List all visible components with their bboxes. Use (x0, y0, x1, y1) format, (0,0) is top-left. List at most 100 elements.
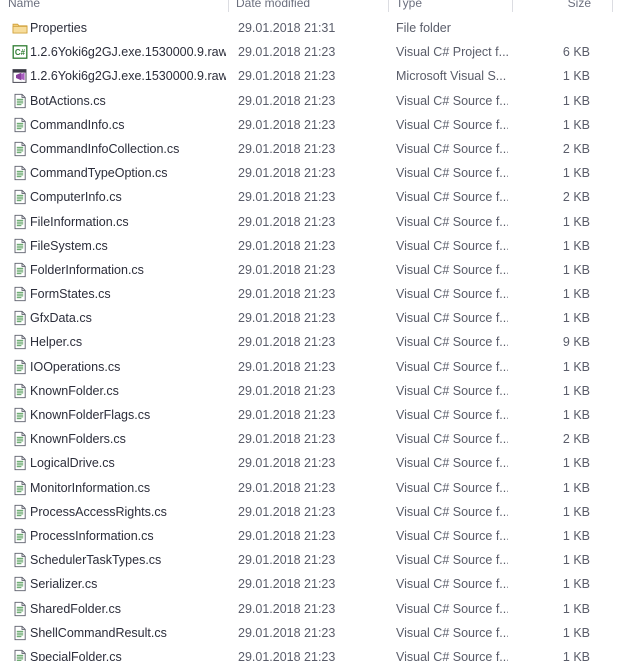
file-date-modified: 29.01.2018 21:23 (238, 45, 336, 60)
file-name: ShellCommandResult.cs (30, 625, 167, 640)
file-name: Helper.cs (30, 335, 83, 350)
file-date-modified: 29.01.2018 21:23 (238, 287, 336, 302)
file-size: 9 KB (562, 335, 590, 350)
column-divider-date-type[interactable] (388, 0, 389, 12)
file-date-modified: 29.01.2018 21:23 (238, 504, 336, 519)
file-date-modified: 29.01.2018 21:23 (238, 649, 336, 661)
file-type: Visual C# Source f... (396, 625, 508, 640)
file-row[interactable]: KnownFolder.cs 29.01.2018 21:23 Visual C# … (0, 379, 617, 403)
file-size: 1 KB (562, 117, 590, 132)
file-row[interactable]: BotActions.cs 29.01.2018 21:23 Visual C# S… (0, 89, 617, 113)
file-row[interactable]: SpecialFolder.cs 29.01.2018 21:23 Visual C… (0, 645, 617, 661)
file-row[interactable]: ShellCommandResult.cs 29.01.2018 21:23 Vis… (0, 621, 617, 645)
file-row[interactable]: IOOperations.cs 29.01.2018 21:23 Visual C#… (0, 355, 617, 379)
file-name: ComputerInfo.cs (30, 190, 122, 205)
file-size: 2 KB (562, 141, 590, 156)
file-row[interactable]: ProcessInformation.cs 29.01.2018 21:23 Vis… (0, 524, 617, 548)
file-type: Visual C# Source f... (396, 553, 508, 568)
file-row[interactable]: FileSystem.cs 29.01.2018 21:23 Visual C# S… (0, 234, 617, 258)
file-row[interactable]: C# 1.2.6Yoki6g2GJ.exe.1530000.9.raw.cspro… (0, 40, 617, 64)
file-name: FolderInformation.cs (30, 262, 144, 277)
file-size: 1 KB (562, 480, 590, 495)
file-date-modified: 29.01.2018 21:23 (238, 359, 336, 374)
file-size (508, 16, 590, 40)
file-date-modified: 29.01.2018 21:23 (238, 408, 336, 422)
file-date-modified: 29.01.2018 21:23 (238, 601, 336, 616)
file-size: 1 KB (562, 383, 590, 398)
file-type: Visual C# Source f... (396, 214, 508, 229)
column-divider-size-end[interactable] (612, 0, 613, 12)
file-date-modified: 29.01.2018 21:23 (238, 117, 336, 132)
csharp-source-icon (12, 262, 28, 278)
csharp-source-icon (12, 310, 28, 326)
csharp-source-icon (12, 93, 28, 109)
file-size: 1 KB (562, 456, 590, 471)
file-row[interactable]: KnownFolderFlags.cs 29.01.2018 21:23 Visua… (0, 403, 617, 427)
csharp-source-icon (12, 407, 28, 423)
file-row[interactable]: LogicalDrive.cs 29.01.2018 21:23 Visual C#… (0, 451, 617, 475)
file-size: 1 KB (562, 649, 590, 661)
column-header-row: Name Date modified Type Size (0, 0, 617, 15)
file-row[interactable]: Helper.cs 29.01.2018 21:23 Visual C# Sourc… (0, 330, 617, 354)
csharp-source-icon (12, 504, 28, 520)
column-header-name[interactable]: Name (0, 0, 228, 15)
file-type: Visual C# Source f... (396, 117, 508, 132)
file-name: Serializer.cs (30, 577, 98, 592)
file-date-modified: 29.01.2018 21:23 (238, 480, 336, 495)
file-name: KnownFolder.cs (30, 383, 119, 398)
csharp-source-icon (12, 625, 28, 641)
file-type: Visual C# Source f... (396, 577, 508, 592)
file-row[interactable]: CommandInfoCollection.cs 29.01.2018 21:23… (0, 137, 617, 161)
file-size: 1 KB (562, 528, 590, 543)
column-divider-name-date[interactable] (228, 0, 229, 12)
file-name: SpecialFolder.cs (30, 649, 122, 661)
file-name: ProcessAccessRights.cs (30, 504, 167, 519)
file-row[interactable]: SchedulerTaskTypes.cs 29.01.2018 21:23 Vis… (0, 548, 617, 572)
file-date-modified: 29.01.2018 21:23 (238, 238, 336, 253)
file-row[interactable]: CommandInfo.cs 29.01.2018 21:23 Visual C# … (0, 113, 617, 137)
file-row[interactable]: MonitorInformation.cs 29.01.2018 21:23 Vis… (0, 476, 617, 500)
file-type: Visual C# Source f... (396, 528, 508, 543)
svg-text:C#: C# (15, 48, 26, 57)
file-type: Visual C# Source f... (396, 287, 508, 302)
csharp-source-icon (12, 455, 28, 471)
file-size: 1 KB (562, 408, 590, 422)
column-header-size[interactable]: Size (512, 0, 617, 15)
file-row[interactable]: FormStates.cs 29.01.2018 21:23 Visual C# S… (0, 282, 617, 306)
file-row[interactable]: FileInformation.cs 29.01.2018 21:23 Visual… (0, 210, 617, 234)
file-date-modified: 29.01.2018 21:23 (238, 311, 336, 326)
file-name: MonitorInformation.cs (30, 480, 151, 495)
file-row[interactable]: ProcessAccessRights.cs 29.01.2018 21:23 Vi… (0, 500, 617, 524)
csharp-source-icon (12, 286, 28, 302)
file-size: 1 KB (562, 311, 590, 326)
file-size: 1 KB (562, 504, 590, 519)
csharp-source-icon (12, 383, 28, 399)
file-row[interactable]: CommandTypeOption.cs 29.01.2018 21:23 Visu… (0, 161, 617, 185)
file-size: 1 KB (562, 93, 590, 108)
file-name: FormStates.cs (30, 287, 111, 302)
file-row[interactable]: ComputerInfo.cs 29.01.2018 21:23 Visual C#… (0, 185, 617, 209)
file-row[interactable]: Serializer.cs 29.01.2018 21:23 Visual C# S… (0, 572, 617, 596)
file-size: 6 KB (562, 45, 590, 60)
file-type: File folder (396, 21, 451, 35)
file-size: 1 KB (562, 238, 590, 253)
file-name: LogicalDrive.cs (30, 456, 115, 471)
file-type: Visual C# Source f... (396, 335, 508, 350)
file-date-modified: 29.01.2018 21:23 (238, 335, 336, 350)
file-row[interactable]: GfxData.cs 29.01.2018 21:23 Visual C# Sour… (0, 306, 617, 330)
file-row[interactable]: SharedFolder.cs 29.01.2018 21:23 Visual C#… (0, 597, 617, 621)
file-row[interactable]: 1.2.6Yoki6g2GJ.exe.1530000.9.raw.sln 29.0… (0, 64, 617, 88)
column-header-type[interactable]: Type (388, 0, 512, 15)
csharp-source-icon (12, 117, 28, 133)
file-date-modified: 29.01.2018 21:23 (238, 214, 336, 229)
column-divider-type-size[interactable] (512, 0, 513, 12)
file-date-modified: 29.01.2018 21:23 (238, 262, 336, 277)
file-row[interactable]: FolderInformation.cs 29.01.2018 21:23 Visu… (0, 258, 617, 282)
file-row[interactable]: KnownFolders.cs 29.01.2018 21:23 Visual C#… (0, 427, 617, 451)
file-row[interactable]: Properties 29.01.2018 21:31 File folder (0, 16, 617, 40)
file-date-modified: 29.01.2018 21:23 (238, 383, 336, 398)
csharp-project-icon: C# (12, 44, 28, 60)
file-size: 1 KB (562, 214, 590, 229)
file-name: ProcessInformation.cs (30, 528, 154, 543)
column-header-date-modified[interactable]: Date modified (228, 0, 388, 15)
